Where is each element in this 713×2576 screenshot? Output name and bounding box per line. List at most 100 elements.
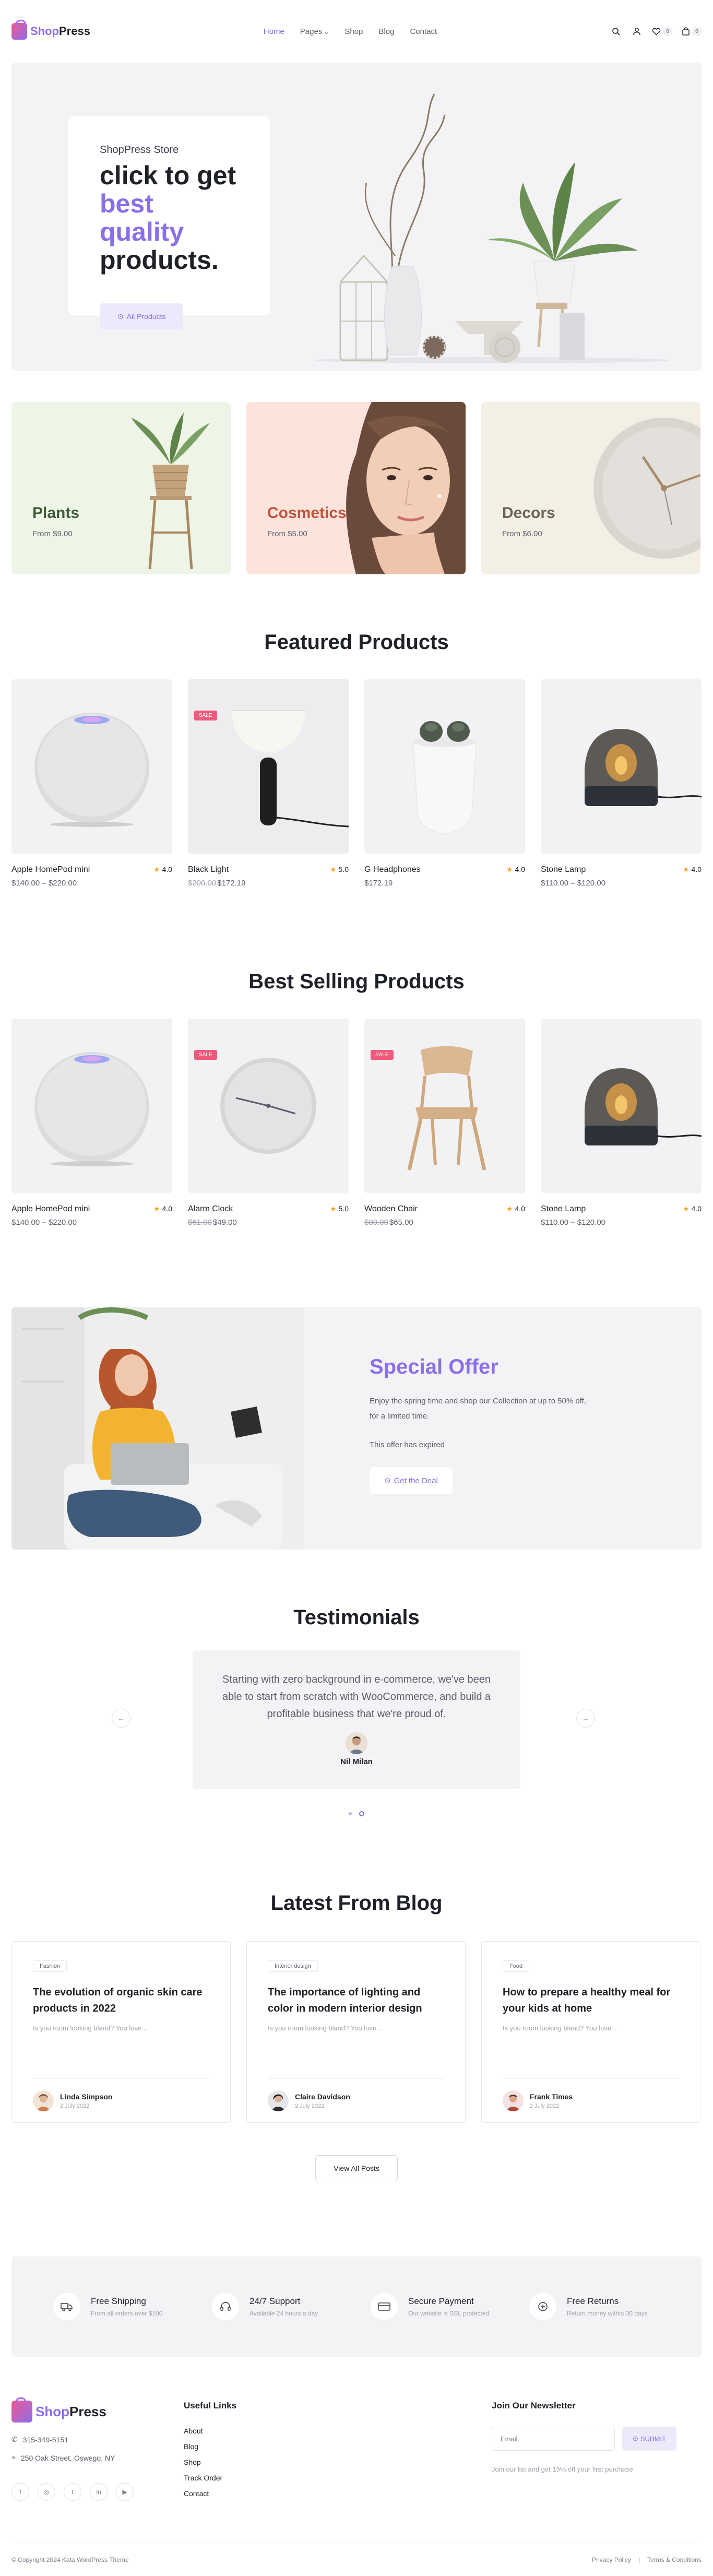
product-card[interactable]: Stone Lamp ★ 4.0 $110.00 – $120.00 xyxy=(541,679,702,888)
sale-badge: SALE xyxy=(194,711,217,720)
post-date: 2 July 2022 xyxy=(295,2103,325,2109)
product-card[interactable]: SALE Black Light ★ 5.0 $200.00 $172.19 xyxy=(188,679,349,888)
useful-links-title: Useful Links xyxy=(184,2401,237,2410)
footer-phone[interactable]: ✆ 315-349-5151 xyxy=(11,2435,184,2444)
product-card[interactable]: G Headphones ★ 4.0 $172.19 xyxy=(364,679,525,888)
product-info: Apple HomePod mini ★ 4.0 xyxy=(11,865,172,875)
product-image[interactable] xyxy=(11,679,172,854)
feature-subtitle: From all orders over $100 xyxy=(91,2310,163,2317)
twitter-icon[interactable]: t xyxy=(64,2483,81,2501)
nav-pages[interactable]: Pages xyxy=(300,27,329,36)
footer-logo[interactable]: ShopPress xyxy=(11,2397,184,2423)
product-info: Black Light ★ 5.0 xyxy=(188,865,349,875)
blog-post-card[interactable]: Food How to prepare a healthy meal for y… xyxy=(481,1941,700,2123)
nav-shop[interactable]: Shop xyxy=(344,27,363,36)
product-image[interactable]: SALE xyxy=(188,679,349,854)
cart-button[interactable]: 0 xyxy=(682,26,702,37)
product-image[interactable]: SALE xyxy=(188,1019,349,1193)
get-the-deal-button[interactable]: ⊙ Get the Deal xyxy=(370,1467,453,1494)
view-all-posts-button[interactable]: View All Posts xyxy=(315,2155,398,2181)
homepod-image xyxy=(34,713,149,827)
product-card[interactable]: Stone Lamp ★ 4.0 $110.00 – $120.00 xyxy=(541,1019,702,1227)
product-name[interactable]: G Headphones xyxy=(364,865,421,875)
footer-link-blog[interactable]: Blog xyxy=(184,2442,492,2451)
product-card[interactable]: SALE Alarm Clock ★ 5.0 $61.00 $49.00 xyxy=(188,1019,349,1227)
linkedin-icon[interactable]: in xyxy=(90,2483,108,2501)
next-arrow-button[interactable]: → xyxy=(576,1709,595,1728)
product-name[interactable]: Wooden Chair xyxy=(364,1204,418,1214)
post-category-tag[interactable]: Fashion xyxy=(33,1960,67,1972)
footer-link-shop[interactable]: Shop xyxy=(184,2458,492,2466)
instagram-icon[interactable]: ◎ xyxy=(38,2483,55,2501)
post-title[interactable]: How to prepare a healthy meal for your k… xyxy=(503,1984,679,2017)
blog-post-card[interactable]: Interior design The importance of lighti… xyxy=(246,1941,466,2123)
nav-contact[interactable]: Contact xyxy=(410,27,437,36)
product-card[interactable]: SALE Wooden Chair ★ 4.0 $80.00 $65.00 xyxy=(364,1019,525,1227)
star-icon: ★ xyxy=(329,865,337,873)
old-price: $61.00 xyxy=(188,1218,212,1227)
product-rating: ★ 5.0 xyxy=(330,1204,349,1214)
post-title[interactable]: The importance of lighting and color in … xyxy=(268,1984,444,2017)
category-card-decors[interactable]: Decors From $6.00 xyxy=(481,402,700,574)
product-info: Stone Lamp ★ 4.0 xyxy=(541,865,702,875)
card-icon xyxy=(371,2293,398,2320)
slider-dot[interactable] xyxy=(349,1812,352,1815)
post-author: Linda Simpson 2 July 2022 xyxy=(33,2078,209,2111)
product-info: Wooden Chair ★ 4.0 xyxy=(364,1204,525,1214)
product-name[interactable]: Apple HomePod mini xyxy=(11,1204,90,1214)
product-image[interactable] xyxy=(364,679,525,854)
product-image[interactable]: SALE xyxy=(364,1019,525,1193)
footer-link-about[interactable]: About xyxy=(184,2427,492,2435)
product-card[interactable]: Apple HomePod mini ★ 4.0 $140.00 – $220.0… xyxy=(11,679,172,888)
phone-icon: ✆ xyxy=(11,2435,18,2443)
product-name[interactable]: Stone Lamp xyxy=(541,1204,586,1214)
legal-links: Privacy Policy | Terms & Conditions xyxy=(592,2556,702,2563)
category-price-cosmetics: From $5.00 xyxy=(267,529,307,538)
black-light-image xyxy=(232,710,349,828)
slider-dot-active[interactable] xyxy=(359,1811,364,1816)
blog-posts: Fashion The evolution of organic skin ca… xyxy=(11,1941,702,2123)
arrow-circle-icon: ⊙ xyxy=(117,312,124,321)
search-icon[interactable] xyxy=(610,26,622,37)
product-rating: ★ 5.0 xyxy=(330,865,349,875)
user-icon[interactable] xyxy=(631,26,643,37)
product-name[interactable]: Stone Lamp xyxy=(541,865,586,875)
post-title[interactable]: The evolution of organic skin care produ… xyxy=(33,1984,209,2017)
privacy-policy-link[interactable]: Privacy Policy xyxy=(592,2556,631,2563)
star-icon: ★ xyxy=(506,1204,513,1213)
category-card-plants[interactable]: Plants From $9.00 xyxy=(11,402,231,574)
service-features: Free Shipping From all orders over $100 2… xyxy=(11,2256,702,2357)
product-name[interactable]: Apple HomePod mini xyxy=(11,865,90,875)
product-image[interactable] xyxy=(11,1019,172,1193)
footer-link-track-order[interactable]: Track Order xyxy=(184,2474,492,2482)
wall-clock-image xyxy=(593,418,700,559)
product-image[interactable] xyxy=(541,679,702,854)
nav-blog[interactable]: Blog xyxy=(378,27,394,36)
facebook-icon[interactable]: f xyxy=(11,2483,29,2501)
all-products-button[interactable]: ⊙ All Products xyxy=(100,303,184,329)
prev-arrow-button[interactable]: ← xyxy=(112,1709,130,1728)
rating-value: 4.0 xyxy=(515,865,525,873)
slider-dots xyxy=(0,1811,713,1816)
post-author: Frank Times 2 July 2022 xyxy=(503,2078,679,2111)
post-category-tag[interactable]: Interior design xyxy=(268,1960,318,1972)
youtube-icon[interactable]: ▶ xyxy=(116,2483,134,2501)
post-category-tag[interactable]: Food xyxy=(503,1960,530,1972)
newsletter-submit-button[interactable]: ⊙ SUBMIT xyxy=(622,2427,677,2451)
offer-expired-text: This offer has expired xyxy=(370,1440,445,1449)
product-image[interactable] xyxy=(541,1019,702,1193)
category-card-cosmetics[interactable]: Cosmetics From $5.00 xyxy=(246,402,466,574)
terms-link[interactable]: Terms & Conditions xyxy=(647,2556,702,2563)
brand-logo[interactable]: ShopPress xyxy=(11,20,90,40)
newsletter-email-input[interactable] xyxy=(492,2427,615,2451)
nav-home[interactable]: Home xyxy=(264,27,284,36)
product-name[interactable]: Black Light xyxy=(188,865,229,875)
footer-link-contact[interactable]: Contact xyxy=(184,2489,492,2498)
rating-value: 5.0 xyxy=(338,1204,349,1213)
feature-subtitle: Return money within 30 days xyxy=(567,2310,648,2317)
offer-description: Enjoy the spring time and shop our Colle… xyxy=(370,1397,586,1421)
blog-post-card[interactable]: Fashion The evolution of organic skin ca… xyxy=(11,1941,231,2123)
product-card[interactable]: Apple HomePod mini ★ 4.0 $140.00 – $220.0… xyxy=(11,1019,172,1227)
product-name[interactable]: Alarm Clock xyxy=(188,1204,233,1214)
wishlist-button[interactable]: 0 xyxy=(652,26,672,37)
